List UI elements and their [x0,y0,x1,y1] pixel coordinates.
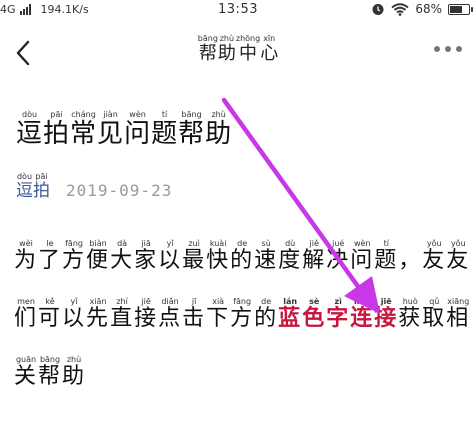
ruby-char: 便biàn [86,239,111,273]
ruby-char: 可kě [38,297,63,331]
ruby-char: 直zhí [110,297,135,331]
ruby-char: 大dà [110,239,135,273]
ruby-char: 问wèn [350,239,375,273]
ruby-char: 的de [254,297,279,331]
ruby-char: 们men [14,297,39,331]
ruby-char: 快kuài [206,239,231,273]
ruby-char: 取qǔ [422,297,447,331]
article-body: 为wèi了le方fāng便biàn大dà家jiā以yǐ最zuì快kuài的de速… [14,232,474,406]
ruby-char: 先xiān [86,297,111,331]
ruby-char: 速sù [254,239,279,273]
ruby-char: 见jiàn [97,110,125,149]
ruby-char: 色sè [302,297,327,331]
ruby-char: 关guān [14,355,39,389]
ruby-char: 的de [230,239,255,273]
ruby-char: 方fāng [62,239,87,273]
ruby-char: 解jiě [302,239,327,273]
status-right: 68% [371,2,473,16]
status-bar: 4G 194.1K/s 13:53 68% [0,0,476,22]
ruby-char: 帮bāng [197,34,218,64]
article-title: 逗dòu拍pāi常cháng见jiàn问wèn题tí帮bāng助zhù [16,110,232,152]
ruby-char: 击jī [182,297,207,331]
ruby-char: 助zhù [62,355,87,389]
battery-percent: 68% [415,2,442,16]
article-author[interactable]: 逗dòu拍pāi [16,172,50,201]
alarm-icon [372,4,384,15]
ruby-char: 为wèi [14,239,39,273]
battery-icon [448,3,473,15]
ruby-char: 拍pāi [33,172,50,201]
ruby-char: 点diǎn [158,297,183,331]
ruby-char: 友yǒu [422,239,447,273]
page-title-text: 帮bāng助zhù中zhōng心xīn [197,34,279,64]
page-title: 帮bāng助zhù中zhōng心xīn [0,34,476,65]
ruby-char: 字zì [326,297,351,331]
blue-text-link[interactable]: 蓝lán色sè字zì连lián接jiē [278,297,399,331]
ruby-char: 常cháng [70,110,98,149]
ruby-char: 下xià [206,297,231,331]
ruby-char: 逗dòu [16,110,44,149]
more-dots-icon [434,46,462,52]
ruby-char: 帮bāng [178,110,206,149]
ruby-char: 获huò [398,297,423,331]
ruby-char: 蓝lán [278,297,303,331]
wifi-icon [391,2,409,16]
ruby-char: 问wèn [124,110,152,149]
ruby-char: 方fāng [230,297,255,331]
ruby-char: 助zhù [205,110,233,149]
ruby-char: 拍pāi [43,110,71,149]
punctuation: ， [398,248,423,273]
ruby-char: 助zhù [217,34,236,64]
more-button[interactable] [434,46,462,52]
ruby-char: 接jiē [374,297,399,331]
ruby-char: 度dù [278,239,303,273]
ruby-char: 心xīn [260,34,279,64]
ruby-char: 帮bāng [38,355,63,389]
nav-bar: 帮bāng助zhù中zhōng心xīn [0,30,476,78]
ruby-char: 友yǒu [446,239,471,273]
ruby-char: 中zhōng [235,34,261,64]
ruby-char: 决jué [326,239,351,273]
ruby-char: 家jiā [134,239,159,273]
ruby-char: 题tí [374,239,399,273]
ruby-char: 逗dòu [16,172,33,201]
article-meta: 逗dòu拍pāi 2019-09-23 [16,172,172,201]
article-date: 2019-09-23 [66,181,173,200]
ruby-char: 连lián [350,297,375,331]
ruby-char: 题tí [151,110,179,149]
ruby-char: 以yǐ [158,239,183,273]
ruby-char: 相xiāng [446,297,471,331]
ruby-char: 了le [38,239,63,273]
ruby-char: 接jiē [134,297,159,331]
ruby-char: 以yǐ [62,297,87,331]
ruby-char: 最zuì [182,239,207,273]
